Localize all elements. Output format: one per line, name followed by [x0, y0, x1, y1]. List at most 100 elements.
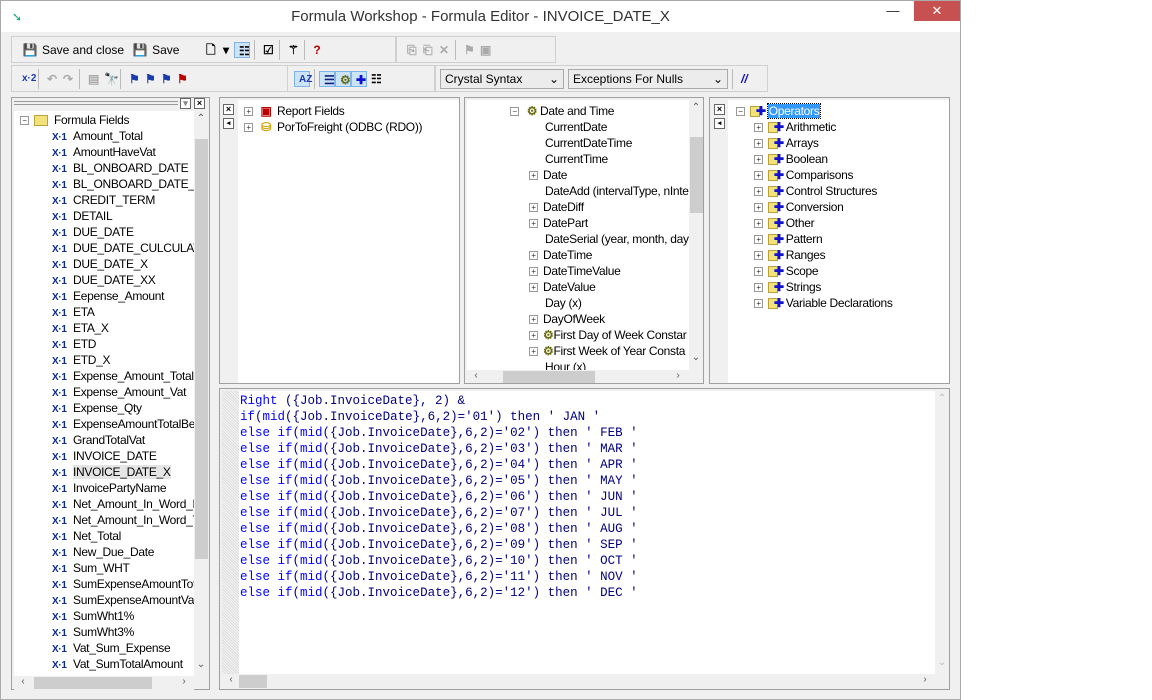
- tree-item-report-fields[interactable]: + ▣ Report Fields: [238, 103, 459, 119]
- function-item[interactable]: + DateDiff: [467, 199, 689, 215]
- formula-field-item[interactable]: X·1 Vat_SumTotalAmount: [14, 656, 209, 672]
- function-item[interactable]: Hour (x): [467, 359, 689, 370]
- expand-icon[interactable]: +: [529, 283, 538, 293]
- operator-category-item[interactable]: + ✚ Control Structures: [728, 183, 949, 199]
- pane-close-icon[interactable]: ×: [714, 104, 725, 115]
- formula-field-item[interactable]: X·1 AmountHaveVat: [14, 144, 209, 160]
- formula-field-item[interactable]: X·1 SumWht3%: [14, 624, 209, 640]
- formula-field-item[interactable]: X·1 ExpenseAmountTotalBef: [14, 416, 209, 432]
- panel-close-icon[interactable]: ×: [194, 98, 205, 109]
- function-item[interactable]: DateSerial (year, month, day): [467, 231, 689, 247]
- operator-category-item[interactable]: + ✚ Scope: [728, 263, 949, 279]
- browse-data-icon[interactable]: ▤: [84, 71, 100, 87]
- bookmark-icon[interactable]: ⚑: [460, 42, 476, 58]
- properties-icon[interactable]: ☑: [259, 42, 275, 58]
- delete-icon[interactable]: ✕: [435, 42, 451, 58]
- formula-field-item[interactable]: X·1 DUE_DATE_CULCULAT: [14, 240, 209, 256]
- syntax-select[interactable]: Crystal Syntax ⌄: [440, 68, 564, 89]
- expand-icon[interactable]: +: [754, 203, 763, 213]
- operator-category-item[interactable]: + ✚ Other: [728, 215, 949, 231]
- expand-icon[interactable]: +: [754, 155, 763, 165]
- show-all-icon[interactable]: ☷: [367, 71, 383, 87]
- sort-az-icon[interactable]: AZ: [294, 70, 312, 87]
- formula-field-item[interactable]: X·1 BL_ONBOARD_DATE_: [14, 176, 209, 192]
- pane-close-icon[interactable]: ×: [223, 104, 234, 115]
- find-icon[interactable]: 🔭: [100, 71, 119, 87]
- scroll-left-icon[interactable]: ‹: [16, 676, 30, 687]
- expand-icon[interactable]: +: [529, 331, 538, 341]
- formula-field-item[interactable]: X·1 InvoicePartyName: [14, 480, 209, 496]
- formula-field-item[interactable]: X·1 Net_Amount_In_Word_E: [14, 496, 209, 512]
- function-item[interactable]: + Date: [467, 167, 689, 183]
- minimize-button[interactable]: —: [877, 1, 909, 21]
- save-and-close-button[interactable]: 💾 Save and close: [18, 39, 128, 61]
- function-item[interactable]: + DayOfWeek: [467, 311, 689, 327]
- function-item[interactable]: Day (x): [467, 295, 689, 311]
- panel-menu-icon[interactable]: ▾: [180, 98, 191, 109]
- vertical-scrollbar[interactable]: ⌃ ⌄: [935, 391, 949, 674]
- function-item[interactable]: + ⚙First Day of Week Constar: [467, 327, 689, 343]
- horizontal-scrollbar[interactable]: ‹ ›: [14, 676, 194, 690]
- expand-icon[interactable]: +: [529, 251, 538, 261]
- formula-field-item[interactable]: X·1 DETAIL: [14, 208, 209, 224]
- save-button[interactable]: 💾 Save: [128, 39, 183, 61]
- duplicate-icon[interactable]: ⎗: [419, 42, 435, 58]
- scroll-down-icon[interactable]: ⌄: [194, 659, 208, 670]
- redo-icon[interactable]: ↷: [59, 71, 75, 87]
- expand-icon[interactable]: +: [754, 283, 763, 293]
- scroll-thumb[interactable]: [690, 137, 703, 213]
- formula-field-item[interactable]: X·1 DUE_DATE: [14, 224, 209, 240]
- expand-icon[interactable]: +: [529, 171, 538, 181]
- show-functions-icon[interactable]: ⚙: [335, 70, 351, 87]
- formula-field-item[interactable]: X·1 ETA_X: [14, 320, 209, 336]
- clear-bookmarks-icon[interactable]: ⚑: [173, 71, 189, 87]
- formula-field-item[interactable]: X·1 Net_Total: [14, 528, 209, 544]
- scroll-up-icon[interactable]: ⌃: [689, 102, 703, 113]
- expand-icon[interactable]: +: [754, 171, 763, 181]
- tree-root-date-and-time[interactable]: − ⚙ Date and Time: [467, 103, 689, 119]
- expand-icon[interactable]: +: [754, 219, 763, 229]
- scroll-left-icon[interactable]: ‹: [469, 370, 483, 381]
- operator-category-item[interactable]: + ✚ Comparisons: [728, 167, 949, 183]
- function-item[interactable]: CurrentDate: [467, 119, 689, 135]
- formula-field-item[interactable]: X·1 GrandTotalVat: [14, 432, 209, 448]
- formula-field-item[interactable]: X·1 INVOICE_DATE: [14, 448, 209, 464]
- function-item[interactable]: + DateTime: [467, 247, 689, 263]
- vertical-scrollbar[interactable]: ⌃ ⌄: [689, 100, 703, 370]
- expand-icon[interactable]: +: [244, 123, 253, 133]
- dropdown-arrow-icon[interactable]: ▾: [218, 42, 234, 58]
- formula-field-item[interactable]: X·1 Expense_Qty: [14, 400, 209, 416]
- operator-category-item[interactable]: + ✚ Variable Declarations: [728, 295, 949, 311]
- expand-icon[interactable]: +: [754, 123, 763, 133]
- operator-category-item[interactable]: + ✚ Arrays: [728, 135, 949, 151]
- function-item[interactable]: CurrentDateTime: [467, 135, 689, 151]
- formula-field-item[interactable]: X·1 Vat_Sum_Expense: [14, 640, 209, 656]
- formula-field-item[interactable]: X·1 Sum_WHT: [14, 560, 209, 576]
- operator-category-item[interactable]: + ✚ Boolean: [728, 151, 949, 167]
- comment-button[interactable]: //: [737, 68, 752, 90]
- function-item[interactable]: + DateValue: [467, 279, 689, 295]
- vertical-scrollbar[interactable]: ⌃ ⌄: [194, 111, 209, 676]
- panel-grip[interactable]: [14, 101, 178, 105]
- scroll-left-icon[interactable]: ‹: [224, 674, 238, 685]
- formula-field-item[interactable]: X·1 Net_Amount_In_Word_T: [14, 512, 209, 528]
- tree-item-database[interactable]: + ⛁ PorToFreight (ODBC (RDO)): [238, 119, 459, 135]
- scroll-up-icon[interactable]: ⌃: [194, 113, 208, 124]
- horizontal-scrollbar[interactable]: ‹ ›: [467, 370, 689, 383]
- expand-icon[interactable]: +: [529, 347, 538, 357]
- scroll-down-icon[interactable]: ⌄: [689, 352, 703, 363]
- expand-icon[interactable]: +: [754, 235, 763, 245]
- use-editor-icon[interactable]: ▣: [476, 42, 492, 58]
- function-item[interactable]: DateAdd (intervalType, nInter: [467, 183, 689, 199]
- expand-icon[interactable]: +: [754, 187, 763, 197]
- formula-field-item[interactable]: X·1 DUE_DATE_XX: [14, 272, 209, 288]
- toggle-tree-icon[interactable]: ☷: [234, 41, 250, 58]
- scroll-right-icon[interactable]: ›: [671, 370, 685, 381]
- scroll-right-icon[interactable]: ›: [177, 676, 191, 687]
- expand-icon[interactable]: +: [754, 267, 763, 277]
- formula-field-item[interactable]: X·1 INVOICE_DATE_X: [14, 464, 209, 480]
- function-item[interactable]: + DatePart: [467, 215, 689, 231]
- operator-category-item[interactable]: + ✚ Ranges: [728, 247, 949, 263]
- function-item[interactable]: + ⚙First Week of Year Consta: [467, 343, 689, 359]
- close-button[interactable]: ✕: [914, 1, 960, 21]
